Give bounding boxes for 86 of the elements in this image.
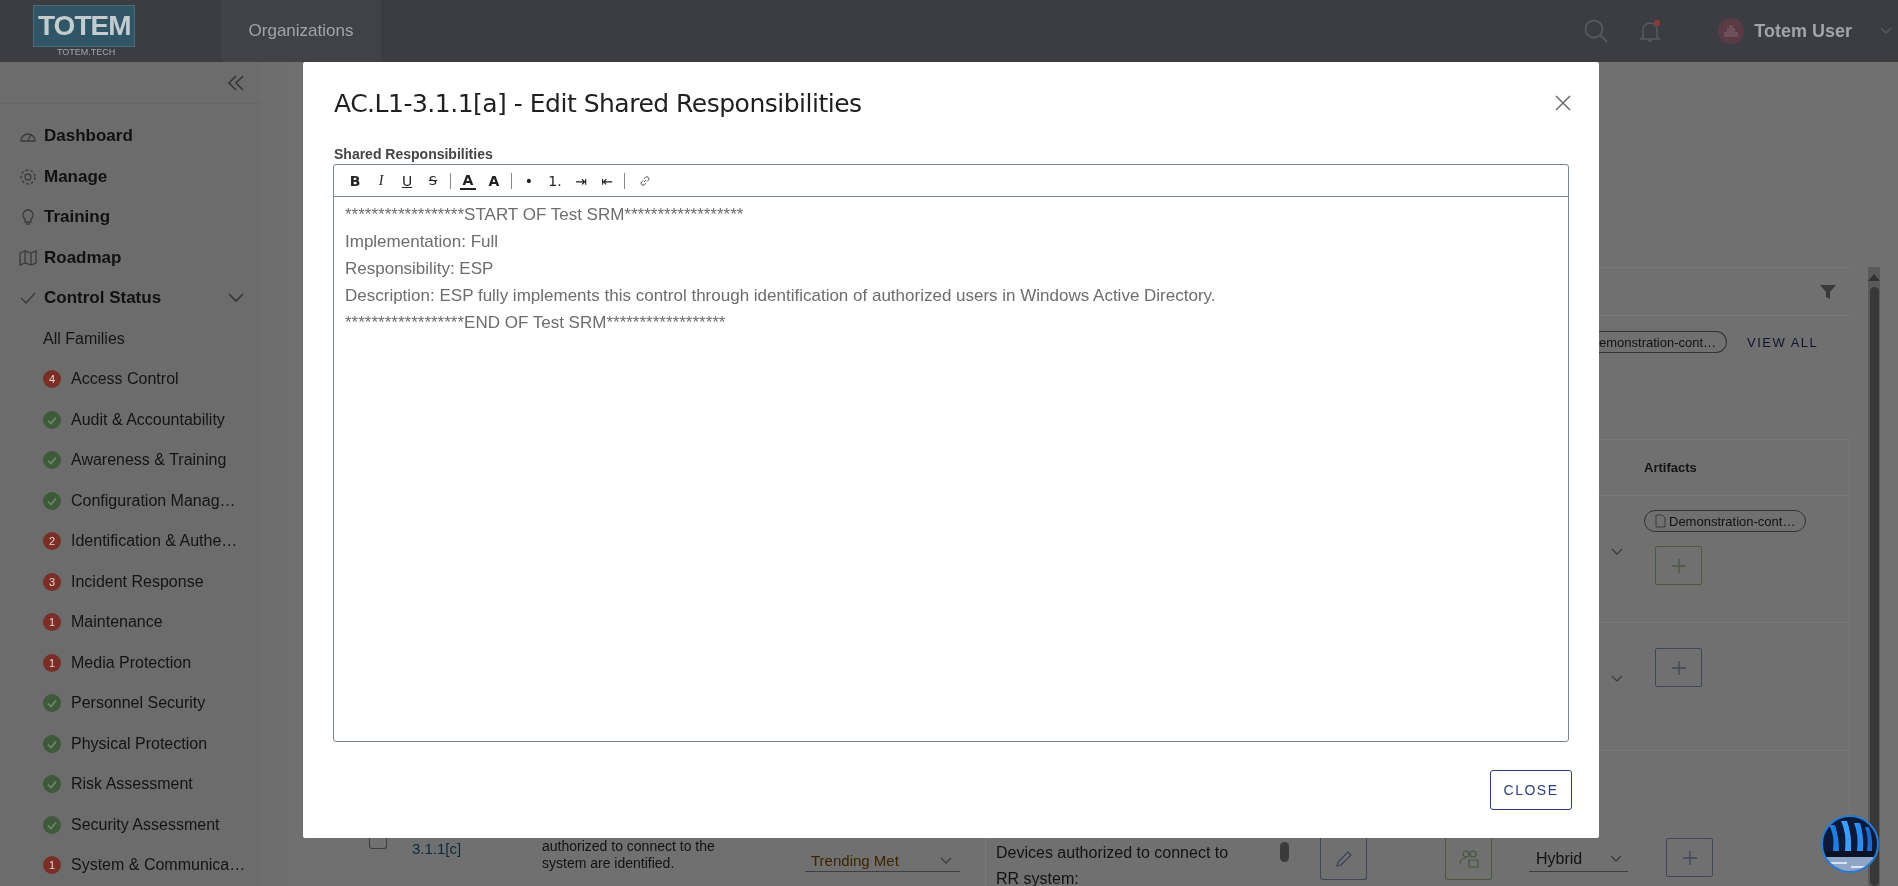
sidebar-item[interactable]: Manage — [0, 156, 261, 197]
people-icon — [1457, 848, 1480, 869]
lightbulb-icon — [19, 208, 37, 227]
notification-bell-icon[interactable] — [1637, 18, 1664, 44]
requirement-text: authorized to connect to the system are identified. — [542, 838, 716, 872]
dialog-title: AC.L1-3.1.1[a] - Edit Shared Responsibilities — [333, 88, 862, 118]
italic-button[interactable]: I — [370, 172, 392, 189]
family-link[interactable]: System & Communica… — [71, 856, 246, 875]
check-badge-icon — [43, 491, 61, 510]
column-header: Artifacts — [1644, 460, 1697, 475]
sidebar-item[interactable]: Training — [0, 197, 261, 238]
issue-count-badge: 1 — [43, 613, 61, 632]
caret-icon[interactable] — [1880, 27, 1892, 35]
check-badge-icon — [43, 734, 61, 753]
user-name[interactable]: Totem User — [1754, 20, 1852, 42]
family-link[interactable]: Physical Protection — [71, 734, 208, 753]
sidebar-item[interactable]: Control Status — [0, 278, 261, 319]
font-color-button[interactable]: A — [460, 171, 476, 190]
family-link[interactable]: Identification & Authe… — [71, 532, 238, 551]
check-badge-icon — [43, 815, 61, 834]
plus-icon — [1670, 659, 1687, 676]
strikethrough-button[interactable]: S — [422, 173, 444, 188]
family-link[interactable]: Security Assessment — [71, 815, 220, 834]
family-link[interactable]: Media Protection — [71, 653, 192, 672]
sidebar-item[interactable]: Roadmap — [0, 237, 261, 278]
logo-tagline: TOTEM.TECH — [57, 47, 116, 57]
issue-count-badge: 4 — [43, 370, 61, 389]
outdent-button[interactable]: ⇤ — [596, 172, 618, 189]
editor-text-line: Description: ESP fully implements this control through identification of authorized users in Windows Active Directory. — [345, 285, 1217, 307]
status-dropdown[interactable]: Trending Met — [805, 852, 960, 872]
close-button[interactable]: CLOSE — [1490, 770, 1572, 810]
family-link[interactable]: Incident Response — [71, 572, 204, 591]
bullet-list-button[interactable]: • — [518, 172, 540, 189]
settings-icon — [19, 167, 37, 186]
chevron-icon — [228, 293, 244, 304]
responsibility-dropdown[interactable]: Hybrid — [1529, 850, 1628, 872]
issue-count-badge: 1 — [43, 856, 61, 875]
family-link[interactable]: Access Control — [71, 370, 179, 389]
check-badge-icon — [43, 694, 61, 713]
editor-text-line: ******************END OF Test SRM****************** — [345, 312, 727, 334]
logo[interactable]: TOTEM — [33, 5, 136, 47]
indent-button[interactable]: ⇥ — [570, 172, 592, 189]
caret-icon[interactable] — [1611, 675, 1623, 683]
scrollbar[interactable] — [1868, 267, 1880, 886]
add-button[interactable] — [1655, 546, 1702, 585]
check-badge-icon — [43, 451, 61, 470]
caret-icon — [1610, 855, 1622, 863]
editor-text-line: ******************START OF Test SRM****************** — [345, 204, 745, 226]
scroll-up-arrow-icon[interactable] — [1868, 273, 1880, 281]
bold-button[interactable]: B — [344, 172, 366, 189]
caret-icon — [940, 856, 952, 865]
highlight-button[interactable]: A — [483, 172, 505, 189]
link-icon[interactable] — [639, 174, 651, 187]
family-link[interactable]: All Families — [43, 329, 125, 348]
issue-count-badge: 1 — [43, 653, 61, 672]
plus-icon — [1670, 557, 1687, 574]
field-label: Shared Responsibilities — [333, 146, 494, 163]
caret-icon[interactable] — [1611, 548, 1623, 556]
underline-button[interactable]: U — [396, 172, 418, 189]
add-button[interactable] — [1666, 838, 1713, 877]
family-link[interactable]: Awareness & Training — [71, 451, 227, 470]
search-icon[interactable] — [1583, 18, 1610, 44]
collapse-icon[interactable] — [227, 74, 245, 91]
add-button[interactable] — [1655, 648, 1702, 687]
scrollbar-thumb[interactable] — [1280, 842, 1289, 862]
family-link[interactable]: Personnel Security — [71, 694, 206, 713]
plus-icon — [1681, 849, 1698, 866]
issue-count-badge: 3 — [43, 572, 61, 591]
filter-icon[interactable] — [1820, 284, 1836, 299]
check-badge-icon — [43, 410, 61, 429]
editor-text-line: Responsibility: ESP — [345, 258, 495, 280]
family-link[interactable]: Audit & Accountability — [71, 410, 225, 429]
user-avatar-icon[interactable] — [1718, 18, 1745, 44]
editor-text-line: Implementation: Full — [345, 231, 500, 253]
close-icon[interactable] — [1555, 95, 1571, 111]
family-link[interactable]: Configuration Manag… — [71, 491, 236, 510]
numbered-list-button[interactable]: 1. — [544, 172, 566, 189]
family-link[interactable]: Maintenance — [71, 613, 163, 632]
map-icon — [19, 248, 37, 267]
sidebar-item[interactable]: Dashboard — [0, 116, 261, 157]
family-link[interactable]: Risk Assessment — [71, 775, 193, 794]
document-icon — [1655, 514, 1666, 528]
control-id-link[interactable]: 3.1.1[c] — [412, 840, 542, 857]
issue-count-badge: 2 — [43, 532, 61, 551]
view-all-link[interactable]: VIEW ALL — [1747, 334, 1819, 350]
check-badge-icon — [43, 775, 61, 794]
